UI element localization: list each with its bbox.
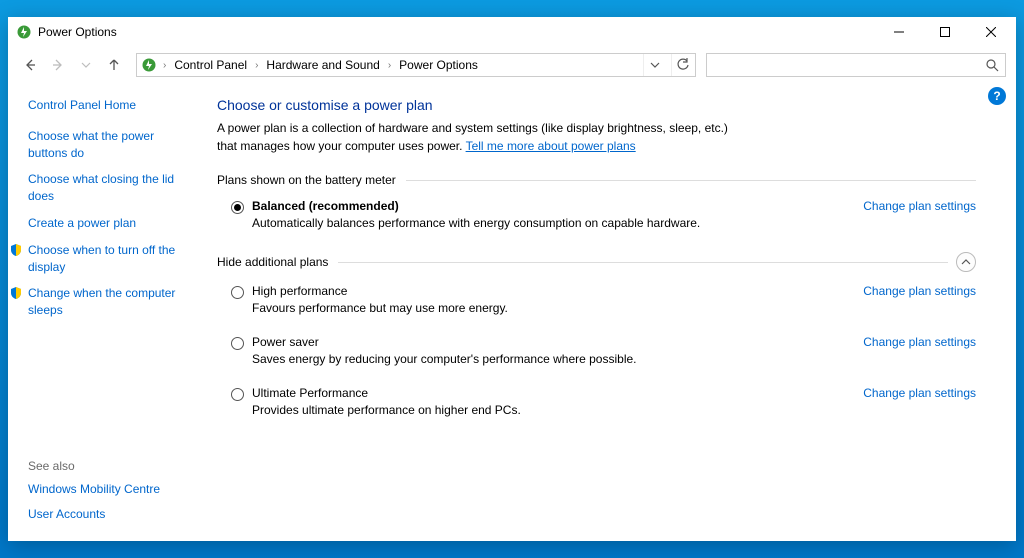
window-title: Power Options bbox=[38, 25, 117, 39]
sidebar-task: Change when the computer sleeps bbox=[28, 285, 191, 319]
back-button[interactable] bbox=[18, 53, 42, 77]
section-header-additional: Hide additional plans bbox=[217, 252, 976, 272]
close-button[interactable] bbox=[968, 17, 1014, 47]
sidebar-task: Create a power plan bbox=[28, 215, 191, 232]
main-content: Choose or customise a power plan A power… bbox=[203, 83, 1016, 541]
change-plan-settings-link[interactable]: Change plan settings bbox=[863, 284, 976, 298]
empty-icon bbox=[8, 171, 24, 187]
plan-radio-power-saver[interactable] bbox=[231, 337, 244, 350]
chevron-right-icon[interactable]: › bbox=[163, 60, 166, 71]
collapse-toggle[interactable] bbox=[956, 252, 976, 272]
plan-desc: Favours performance but may use more ene… bbox=[252, 301, 843, 315]
empty-icon bbox=[8, 128, 24, 144]
control-panel-home-link[interactable]: Control Panel Home bbox=[28, 97, 191, 114]
plan-radio-high-performance[interactable] bbox=[231, 286, 244, 299]
sidebar-task: Choose what the power buttons do bbox=[28, 128, 191, 162]
section-label[interactable]: Hide additional plans bbox=[217, 255, 328, 269]
section-label: Plans shown on the battery meter bbox=[217, 173, 396, 187]
task-create-plan[interactable]: Create a power plan bbox=[28, 215, 136, 232]
tell-me-more-link[interactable]: Tell me more about power plans bbox=[466, 139, 636, 153]
see-also-user-accounts[interactable]: User Accounts bbox=[28, 506, 191, 523]
power-options-icon bbox=[16, 24, 32, 40]
sidebar-task: Choose when to turn off the display bbox=[28, 242, 191, 276]
task-turn-off-display[interactable]: Choose when to turn off the display bbox=[28, 242, 191, 276]
refresh-icon[interactable] bbox=[671, 54, 693, 76]
change-plan-settings-link[interactable]: Change plan settings bbox=[863, 386, 976, 400]
plan-name[interactable]: Balanced (recommended) bbox=[252, 199, 843, 213]
power-plan-row: Ultimate Performance Provides ultimate p… bbox=[217, 382, 976, 421]
power-plan-row: Power saver Saves energy by reducing you… bbox=[217, 331, 976, 370]
plan-desc: Saves energy by reducing your computer's… bbox=[252, 352, 843, 366]
plan-desc: Provides ultimate performance on higher … bbox=[252, 403, 843, 417]
see-also-header: See also bbox=[28, 459, 191, 473]
address-dropdown-icon[interactable] bbox=[643, 54, 665, 76]
breadcrumb-item[interactable]: Control Panel bbox=[172, 58, 249, 72]
plan-name[interactable]: Ultimate Performance bbox=[252, 386, 843, 400]
minimize-button[interactable] bbox=[876, 17, 922, 47]
recent-dropdown[interactable] bbox=[74, 53, 98, 77]
shield-icon bbox=[8, 242, 24, 258]
see-also-mobility[interactable]: Windows Mobility Centre bbox=[28, 481, 191, 498]
up-button[interactable] bbox=[102, 53, 126, 77]
task-closing-lid[interactable]: Choose what closing the lid does bbox=[28, 171, 191, 205]
forward-button[interactable] bbox=[46, 53, 70, 77]
plan-name[interactable]: Power saver bbox=[252, 335, 843, 349]
address-bar[interactable]: › Control Panel › Hardware and Sound › P… bbox=[136, 53, 696, 77]
sidebar: Control Panel Home Choose what the power… bbox=[8, 83, 203, 541]
plan-desc: Automatically balances performance with … bbox=[252, 216, 843, 230]
search-icon[interactable] bbox=[985, 58, 999, 72]
breadcrumb-item[interactable]: Hardware and Sound bbox=[264, 58, 381, 72]
divider bbox=[338, 262, 948, 263]
power-plan-row: High performance Favours performance but… bbox=[217, 280, 976, 319]
page-description: A power plan is a collection of hardware… bbox=[217, 119, 737, 155]
task-computer-sleeps[interactable]: Change when the computer sleeps bbox=[28, 285, 191, 319]
plan-radio-balanced[interactable] bbox=[231, 201, 244, 214]
plan-radio-ultimate[interactable] bbox=[231, 388, 244, 401]
window: Power Options › Control Panel › Hardware… bbox=[8, 17, 1016, 541]
body: ? Control Panel Home Choose what the pow… bbox=[8, 83, 1016, 541]
sidebar-task: Choose what closing the lid does bbox=[28, 171, 191, 205]
chevron-right-icon[interactable]: › bbox=[388, 60, 391, 71]
divider bbox=[406, 180, 976, 181]
power-options-icon bbox=[141, 57, 157, 73]
shield-icon bbox=[8, 285, 24, 301]
titlebar: Power Options bbox=[8, 17, 1016, 47]
search-input[interactable] bbox=[713, 57, 985, 73]
task-power-buttons[interactable]: Choose what the power buttons do bbox=[28, 128, 191, 162]
plan-name[interactable]: High performance bbox=[252, 284, 843, 298]
page-heading: Choose or customise a power plan bbox=[217, 97, 976, 113]
section-header-primary: Plans shown on the battery meter bbox=[217, 173, 976, 187]
empty-icon bbox=[8, 215, 24, 231]
search-box[interactable] bbox=[706, 53, 1006, 77]
maximize-button[interactable] bbox=[922, 17, 968, 47]
breadcrumb-item[interactable]: Power Options bbox=[397, 58, 480, 72]
navigation-row: › Control Panel › Hardware and Sound › P… bbox=[8, 47, 1016, 83]
change-plan-settings-link[interactable]: Change plan settings bbox=[863, 199, 976, 213]
power-plan-row: Balanced (recommended) Automatically bal… bbox=[217, 195, 976, 234]
change-plan-settings-link[interactable]: Change plan settings bbox=[863, 335, 976, 349]
see-also-section: See also Windows Mobility Centre User Ac… bbox=[28, 459, 191, 531]
chevron-right-icon[interactable]: › bbox=[255, 60, 258, 71]
